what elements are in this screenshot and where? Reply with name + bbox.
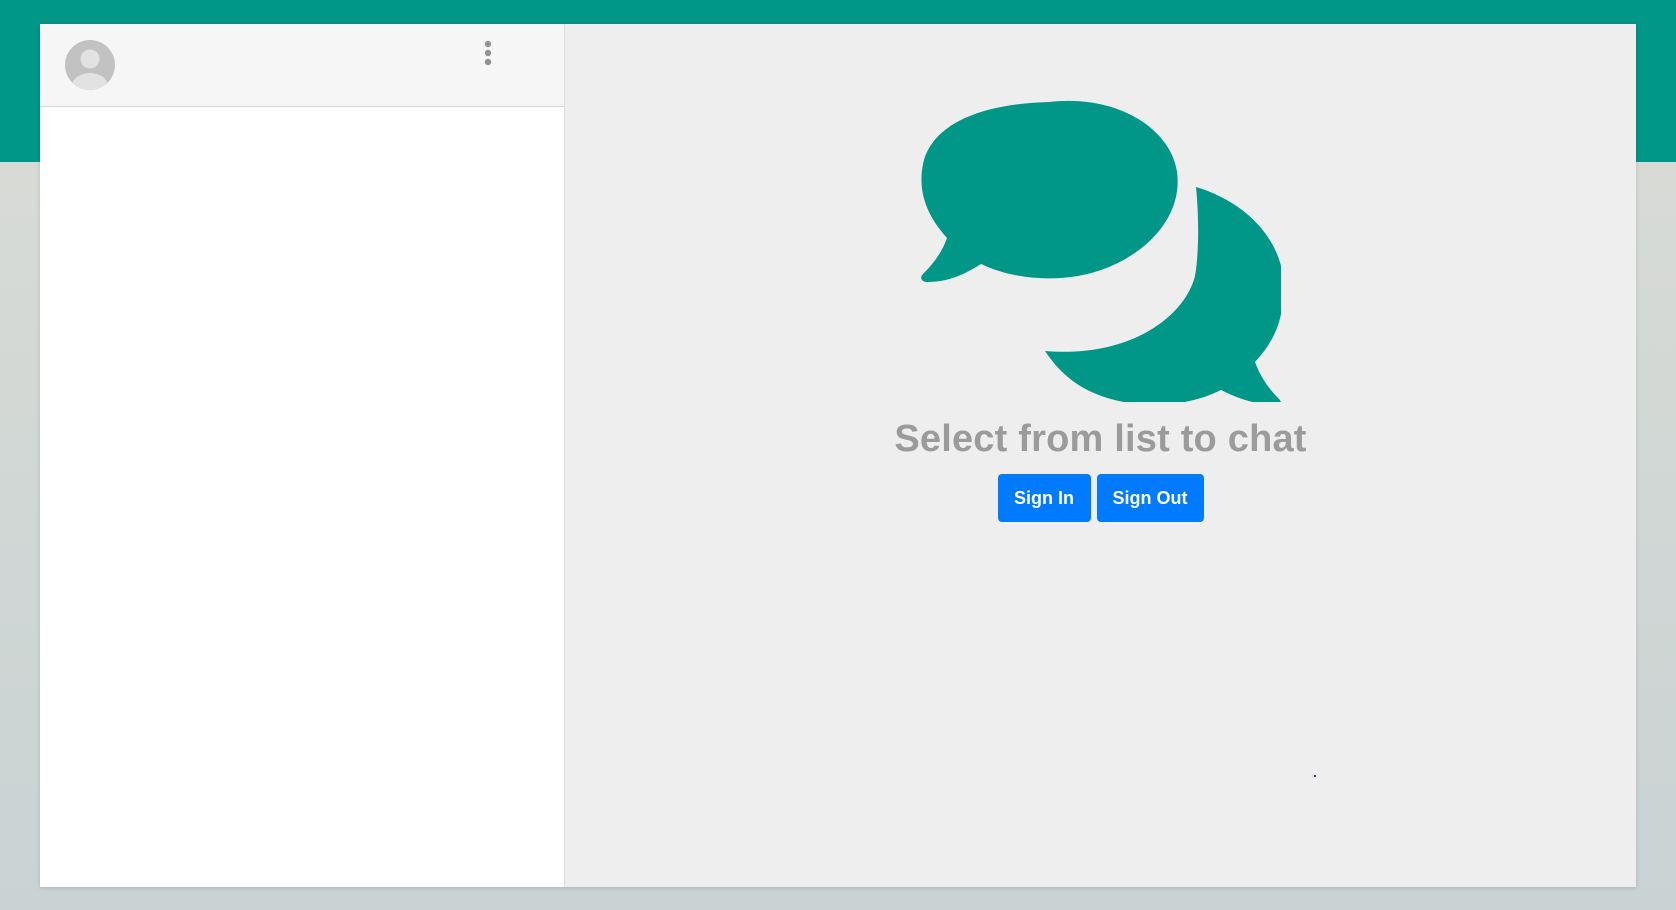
sign-in-button[interactable]: Sign In — [997, 474, 1091, 522]
sidebar-header — [40, 24, 564, 107]
sidebar — [40, 24, 565, 887]
user-avatar-icon[interactable] — [65, 40, 115, 90]
more-vertical-icon[interactable] — [476, 38, 500, 68]
sign-out-button[interactable]: Sign Out — [1096, 474, 1204, 522]
auth-button-row: Sign In Sign Out — [565, 474, 1636, 522]
chat-app-window: Select from list to chat Sign In Sign Ou… — [40, 24, 1636, 887]
chat-list — [40, 107, 564, 887]
conversation-panel: Select from list to chat Sign In Sign Ou… — [565, 24, 1636, 887]
empty-state-title: Select from list to chat — [894, 418, 1307, 460]
chat-bubbles-icon — [921, 100, 1285, 406]
stray-pixel — [1314, 775, 1316, 777]
